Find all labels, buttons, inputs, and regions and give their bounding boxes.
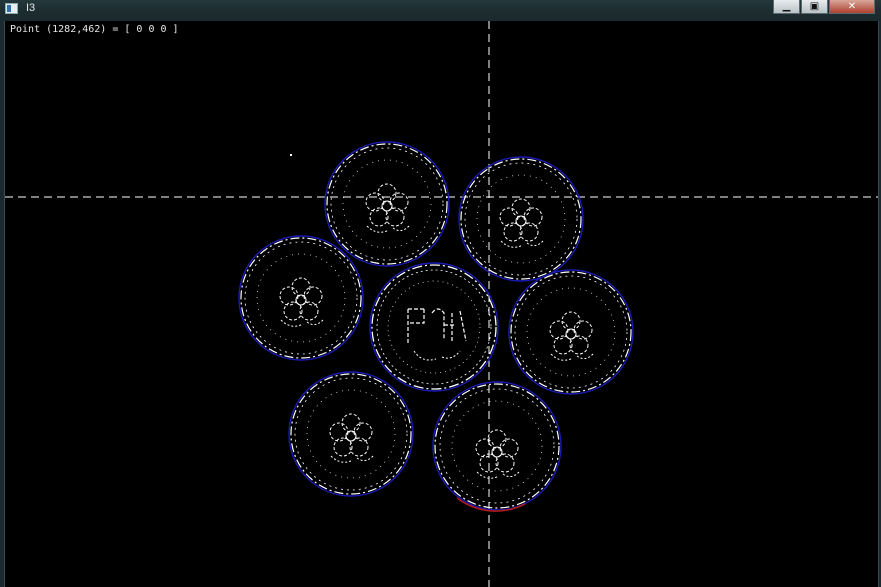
app-icon	[5, 3, 18, 14]
coin-bottom-right	[432, 381, 562, 512]
maximize-button[interactable]: ▣	[801, 0, 828, 14]
pixel-status-readout: Point (1282,462) = [ 0 0 0 ]	[10, 24, 179, 35]
close-button[interactable]: ✕	[829, 0, 875, 14]
window-titlebar[interactable]: I3 ▁ ▣ ✕	[0, 0, 881, 20]
coin-bottom-left	[289, 372, 413, 496]
coin-middle-left	[239, 236, 363, 360]
window-title: I3	[26, 2, 36, 14]
edge-image	[5, 21, 878, 587]
coin-top-right	[459, 157, 583, 281]
coin-middle-right	[509, 270, 633, 394]
coin-top-left	[325, 142, 449, 266]
image-canvas[interactable]: Point (1282,462) = [ 0 0 0 ]	[4, 21, 879, 587]
window-controls: ▁ ▣ ✕	[772, 0, 875, 14]
minimize-button[interactable]: ▁	[773, 0, 800, 14]
coin-center	[369, 262, 499, 392]
